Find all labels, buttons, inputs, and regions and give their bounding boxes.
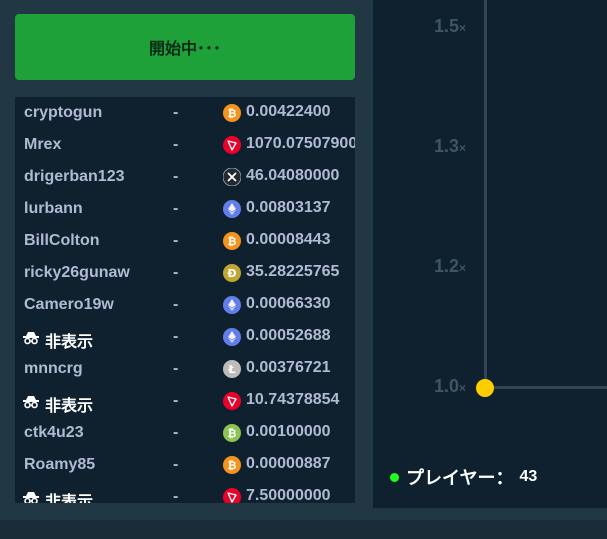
btc-icon: ₿ bbox=[223, 104, 241, 122]
btc-icon: ₿ bbox=[223, 456, 241, 474]
incognito-icon bbox=[23, 491, 39, 503]
bet-amount: 0.00100000 bbox=[246, 423, 331, 440]
btc-icon: ₿ bbox=[223, 232, 241, 250]
bet-row: 非表示 - 10.74378854 bbox=[15, 385, 355, 417]
svg-text:Ð: Ð bbox=[227, 267, 236, 280]
graph-footer-bar bbox=[373, 508, 607, 520]
starting-button[interactable]: 開始中･･･ bbox=[15, 14, 355, 80]
incognito-icon bbox=[23, 331, 39, 350]
eth-icon bbox=[223, 200, 241, 218]
y-axis-label-1-5: 1.5× bbox=[434, 16, 467, 36]
bet-cashout: - bbox=[173, 168, 179, 185]
bet-amount: 0.00008443 bbox=[246, 231, 331, 248]
players-label: プレイヤー： bbox=[406, 468, 514, 488]
bet-amount: 0.00803137 bbox=[246, 199, 331, 216]
bet-row: cryptogun - ₿ 0.00422400 bbox=[15, 97, 355, 129]
players-count: プレイヤー： 43 bbox=[390, 464, 537, 490]
bet-row: Roamy85 - ₿ 0.00000887 bbox=[15, 449, 355, 481]
incognito-icon bbox=[23, 395, 39, 414]
bet-amount: 35.28225765 bbox=[246, 263, 340, 280]
crash-graph bbox=[373, 0, 607, 508]
bet-cashout: - bbox=[173, 264, 179, 281]
bet-amount: 0.00422400 bbox=[246, 103, 331, 120]
y-axis-label-1-3: 1.3× bbox=[434, 136, 467, 156]
trx-icon bbox=[223, 392, 241, 410]
bet-amount: 0.00000887 bbox=[246, 455, 331, 472]
bet-cashout: - bbox=[173, 488, 179, 503]
bet-username[interactable]: cryptogun bbox=[24, 104, 102, 122]
svg-text:₿: ₿ bbox=[228, 235, 237, 248]
svg-text:₿: ₿ bbox=[228, 459, 237, 472]
bet-row: 非表示 - 0.00052688 bbox=[15, 321, 355, 353]
bet-row: drigerban123 - 46.04080000 bbox=[15, 161, 355, 193]
bet-amount: 10.74378854 bbox=[246, 391, 340, 408]
online-dot-icon bbox=[390, 472, 399, 482]
ltc-icon: Ł bbox=[223, 360, 241, 378]
svg-text:₿: ₿ bbox=[228, 107, 237, 120]
trx-icon bbox=[223, 136, 241, 154]
bet-amount: 0.00052688 bbox=[246, 327, 331, 344]
bet-row: lurbann - 0.00803137 bbox=[15, 193, 355, 225]
doge-icon: Ð bbox=[223, 264, 241, 282]
bet-cashout: - bbox=[173, 296, 179, 313]
eth-icon bbox=[223, 328, 241, 346]
bet-cashout: - bbox=[173, 232, 179, 249]
bet-username[interactable]: ricky26gunaw bbox=[24, 264, 130, 282]
bet-row: BillColton - ₿ 0.00008443 bbox=[15, 225, 355, 257]
graph-x-axis-line bbox=[486, 386, 607, 389]
bet-cashout: - bbox=[173, 136, 179, 153]
bet-username[interactable]: drigerban123 bbox=[24, 168, 124, 186]
svg-text:Ł: Ł bbox=[227, 363, 235, 376]
hidden-user-label: 非表示 bbox=[45, 494, 94, 503]
bet-username[interactable]: BillColton bbox=[24, 232, 100, 250]
bet-username[interactable]: ctk4u23 bbox=[24, 424, 84, 442]
hidden-user: 非表示 bbox=[23, 392, 93, 416]
bch-icon: ₿ bbox=[223, 424, 241, 442]
svg-text:₿: ₿ bbox=[228, 427, 237, 440]
bet-row: ctk4u23 - ₿ 0.00100000 bbox=[15, 417, 355, 449]
players-count-value: 43 bbox=[519, 468, 538, 485]
bet-amount: 1070.07507900 bbox=[246, 135, 355, 152]
bet-cashout: - bbox=[173, 392, 179, 409]
xrp-icon bbox=[223, 168, 241, 186]
bet-row: Mrex - 1070.07507900 bbox=[15, 129, 355, 161]
bet-username[interactable]: Camero19w bbox=[24, 296, 114, 314]
bottom-bar bbox=[0, 520, 607, 539]
hidden-user: 非表示 bbox=[23, 488, 93, 503]
bet-cashout: - bbox=[173, 360, 179, 377]
bet-row: Camero19w - 0.00066330 bbox=[15, 289, 355, 321]
y-axis-label-1-2: 1.2× bbox=[434, 256, 467, 276]
bet-amount: 7.50000000 bbox=[246, 487, 331, 503]
bet-cashout: - bbox=[173, 200, 179, 217]
bet-amount: 46.04080000 bbox=[246, 167, 340, 184]
trx-icon bbox=[223, 488, 241, 503]
bet-username[interactable]: lurbann bbox=[24, 200, 83, 218]
bet-row: mnncrg - Ł 0.00376721 bbox=[15, 353, 355, 385]
eth-icon bbox=[223, 296, 241, 314]
graph-y-axis-line bbox=[484, 0, 487, 388]
bet-cashout: - bbox=[173, 328, 179, 345]
y-axis-label-1-0: 1.0× bbox=[434, 376, 467, 396]
hidden-user: 非表示 bbox=[23, 328, 93, 352]
multiplier-marker bbox=[476, 379, 494, 397]
bet-cashout: - bbox=[173, 104, 179, 121]
bet-list[interactable]: cryptogun - ₿ 0.00422400 Mrex - 1070.07507900 d… bbox=[15, 97, 355, 503]
hidden-user-label: 非表示 bbox=[45, 398, 94, 415]
bet-panel: 開始中･･･ cryptogun - ₿ 0.00422400 Mrex - 1070.07… bbox=[0, 0, 373, 520]
bet-username[interactable]: Roamy85 bbox=[24, 456, 95, 474]
bet-row: ricky26gunaw - Ð 35.28225765 bbox=[15, 257, 355, 289]
bet-amount: 0.00376721 bbox=[246, 359, 331, 376]
bet-username[interactable]: Mrex bbox=[24, 136, 61, 154]
bet-cashout: - bbox=[173, 456, 179, 473]
hidden-user-label: 非表示 bbox=[45, 334, 94, 351]
bet-cashout: - bbox=[173, 424, 179, 441]
bet-row: 非表示 - 7.50000000 bbox=[15, 481, 355, 503]
bet-username[interactable]: mnncrg bbox=[24, 360, 83, 378]
bet-amount: 0.00066330 bbox=[246, 295, 331, 312]
